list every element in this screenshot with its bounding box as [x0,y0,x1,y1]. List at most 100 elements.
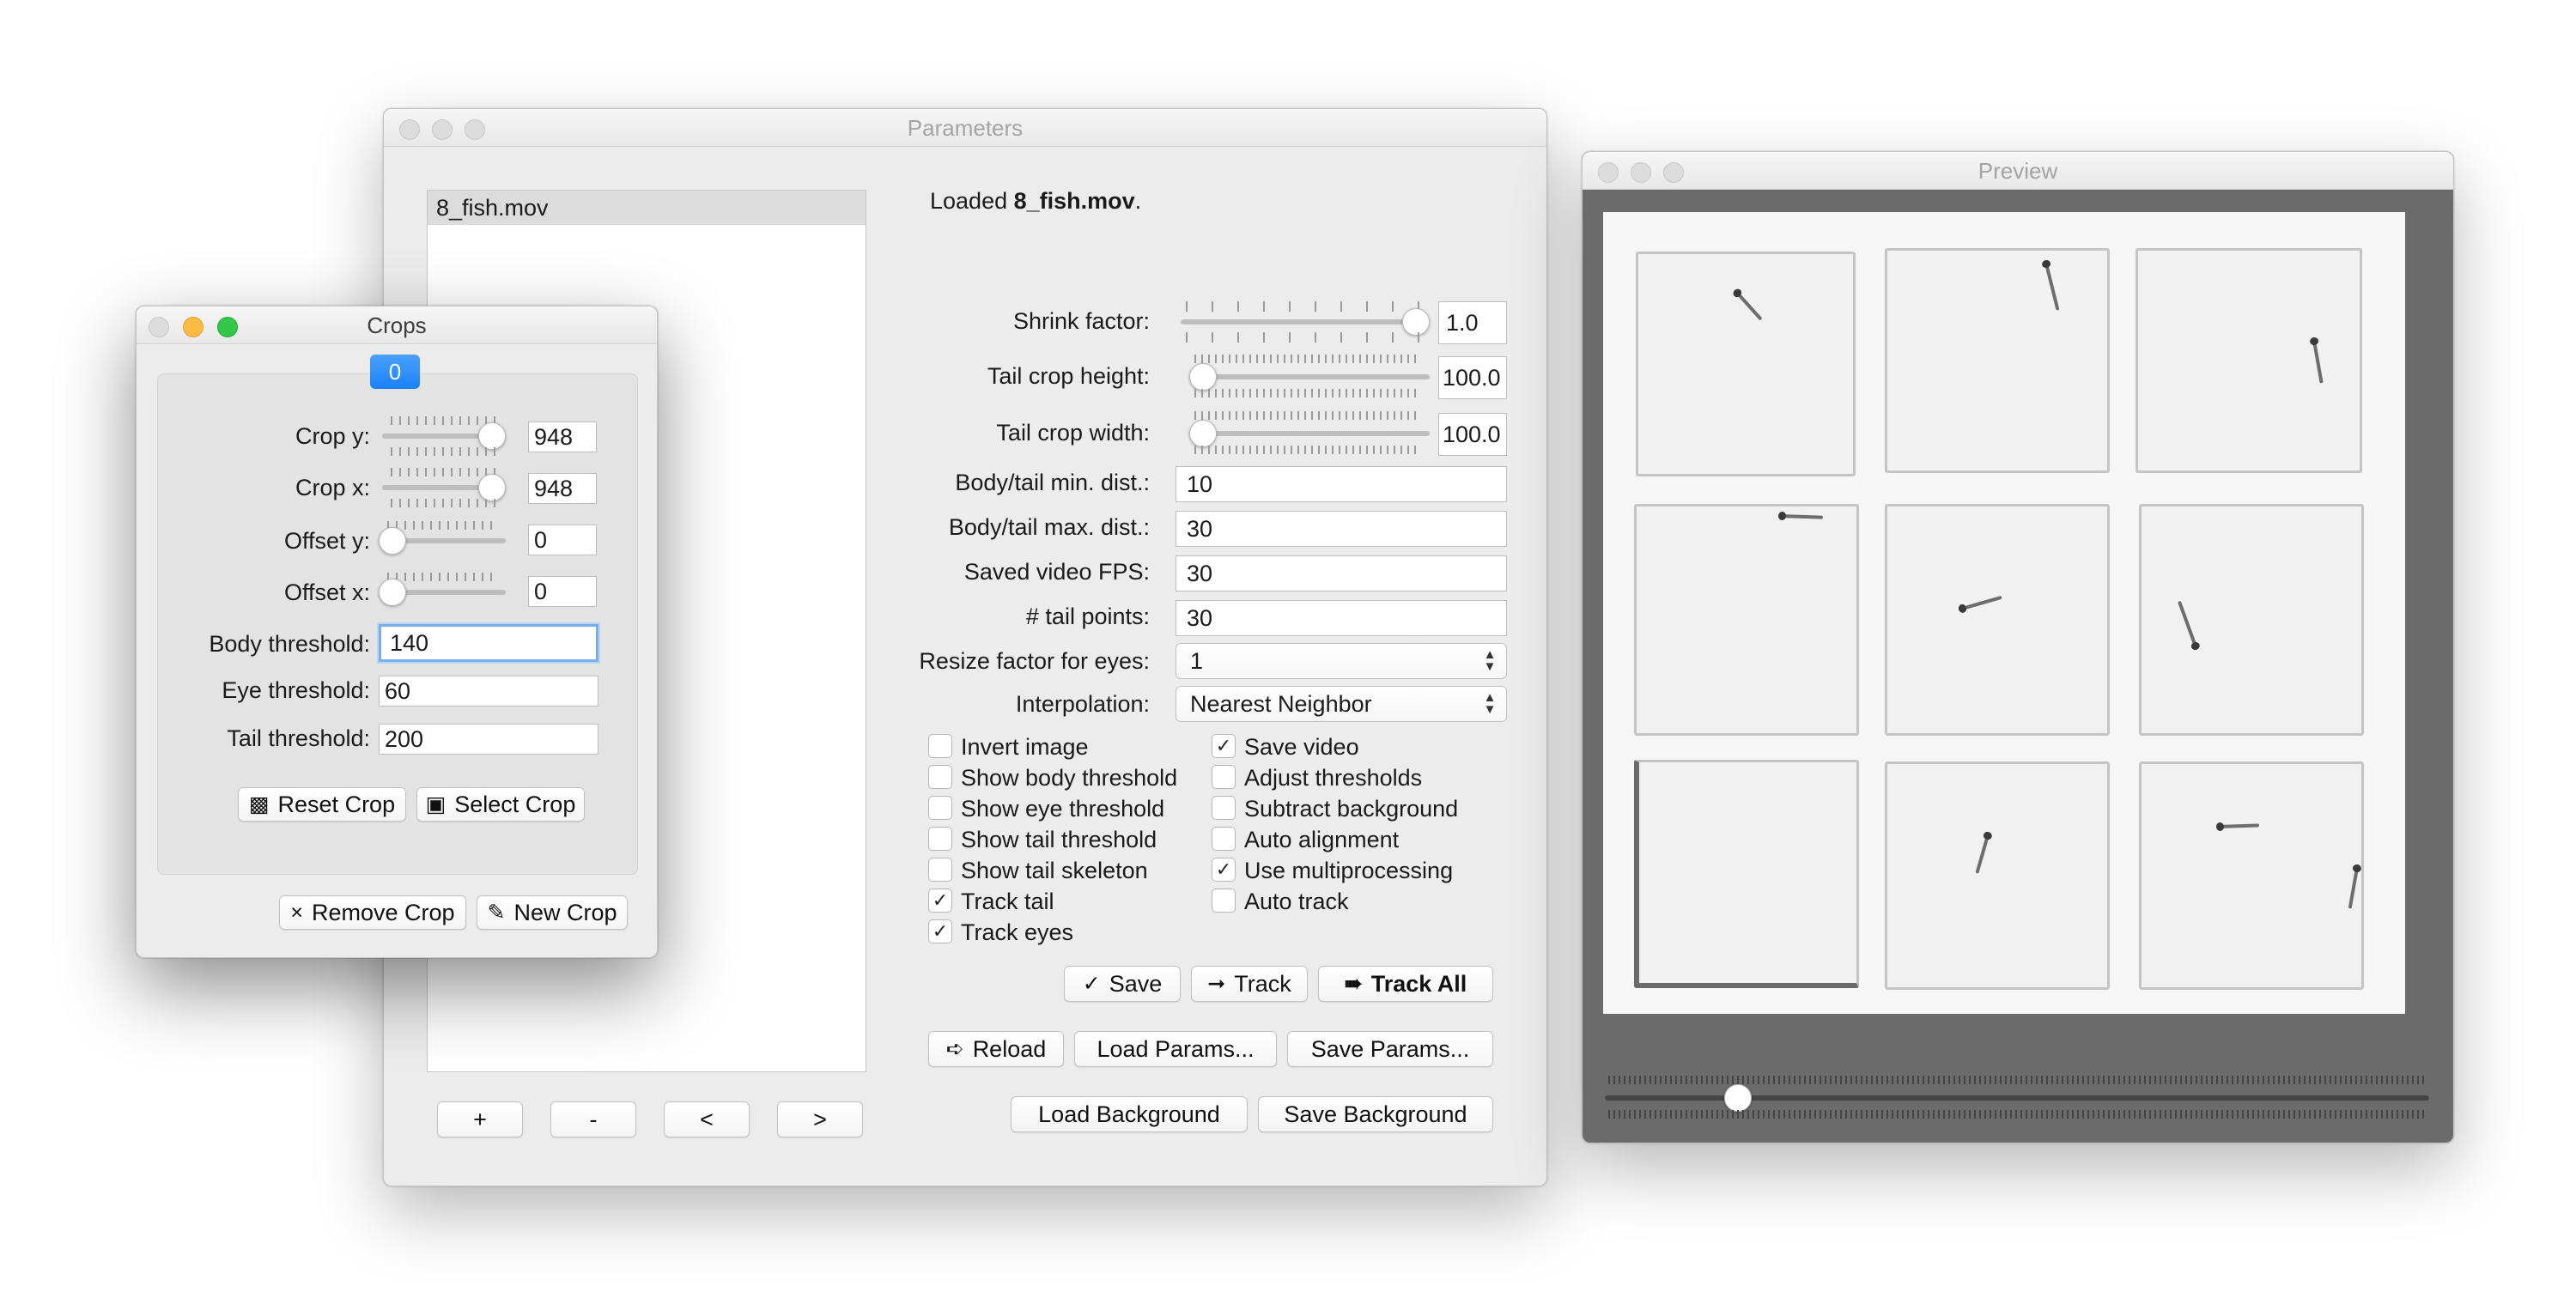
window-title: Crops [367,312,427,338]
close-icon: × [290,900,304,925]
load-background-button[interactable]: Load Background [1011,1096,1248,1132]
window-title: Parameters [907,115,1024,141]
tail-threshold-label: Tail threshold: [227,725,370,751]
double-arrow-right-icon: ➠ [1344,972,1363,996]
resize-factor-select[interactable]: 1 ▲ ▼ [1176,643,1507,679]
subtract-background-checkbox[interactable] [1212,796,1236,820]
slider-track [1189,431,1430,436]
slider-knob[interactable] [1724,1084,1753,1112]
offset-y-field[interactable]: 0 [528,525,597,555]
preview-image[interactable] [1603,212,2405,1014]
new-crop-label: New Crop [513,899,617,925]
show-body-threshold-label: Show body threshold [961,765,1178,791]
save-background-button[interactable]: Save Background [1258,1096,1493,1132]
remove-crop-button[interactable]: × Remove Crop [279,895,466,930]
track-eyes-label: Track eyes [961,919,1074,945]
crops-titlebar[interactable]: Crops [137,306,657,344]
tail-threshold-field[interactable]: 200 [379,724,598,755]
remove-file-button[interactable]: - [550,1101,636,1137]
track-all-button[interactable]: ➠ Track All [1318,966,1493,1002]
slider-ticks [1194,411,1421,420]
tail-crop-width-field[interactable]: 100.0 [1438,413,1507,456]
body-threshold-field[interactable]: 140 [379,624,598,662]
show-tail-threshold-label: Show tail threshold [961,827,1157,852]
offset-x-field[interactable]: 0 [528,576,597,607]
show-eye-threshold-checkbox[interactable] [928,796,952,820]
new-crop-button[interactable]: ✎ New Crop [477,895,628,930]
interpolation-value: Nearest Neighbor [1190,690,1372,717]
slider-knob[interactable] [1189,363,1218,391]
slider-ticks [1186,332,1423,343]
auto-alignment-checkbox[interactable] [1212,827,1236,851]
shrink-factor-slider[interactable] [1181,301,1430,343]
loaded-status: Loaded 8_fish.mov. [930,188,1141,215]
track-tail-checkbox[interactable]: ✓ [928,889,952,913]
file-list-item[interactable]: 8_fish.mov [428,191,866,225]
auto-track-checkbox[interactable] [1212,889,1236,913]
crop-tab-0[interactable]: 0 [370,355,420,389]
crop-y-field[interactable]: 948 [528,422,597,452]
crop-x-field[interactable]: 948 [528,473,597,504]
slider-ticks [391,499,497,507]
loaded-file-name: 8_fish.mov [1013,188,1135,214]
reload-button[interactable]: ➪ Reload [928,1031,1064,1067]
fish-well [2136,248,2362,473]
save-params-button[interactable]: Save Params... [1287,1031,1493,1067]
offset-x-slider[interactable] [379,573,506,612]
slider-knob[interactable] [478,422,506,450]
body-tail-min-dist-field[interactable]: 10 [1176,466,1507,502]
load-params-button[interactable]: Load Params... [1074,1031,1277,1067]
eye-threshold-field[interactable]: 60 [379,676,598,707]
saved-video-fps-field[interactable]: 30 [1176,555,1507,591]
show-body-threshold-checkbox[interactable] [928,765,952,789]
show-tail-threshold-checkbox[interactable] [928,827,952,851]
slider-knob[interactable] [379,527,406,555]
tail-points-label: # tail points: [1025,604,1150,629]
track-all-button-label: Track All [1370,970,1467,997]
show-tail-skeleton-checkbox[interactable] [928,858,952,882]
slider-knob[interactable] [1189,420,1218,447]
tail-crop-height-field[interactable]: 100.0 [1438,356,1507,399]
auto-track-label: Auto track [1244,889,1349,914]
save-button[interactable]: ✓ Save [1064,966,1181,1002]
tail-points-field[interactable]: 30 [1176,600,1507,636]
crop-y-slider[interactable] [382,416,506,456]
parameters-titlebar[interactable]: Parameters [384,109,1546,147]
adjust-thresholds-label: Adjust thresholds [1244,765,1423,791]
previous-file-button[interactable]: < [664,1101,750,1137]
adjust-thresholds-checkbox[interactable] [1212,765,1236,789]
crop-x-slider[interactable] [382,468,506,507]
slider-ticks [387,573,494,581]
track-button[interactable]: ➞ Track [1191,966,1308,1002]
fish-well [2139,504,2364,736]
tail-crop-width-label: Tail crop width: [996,420,1150,446]
shrink-factor-field[interactable]: 1.0 [1438,301,1507,344]
fish-well [1634,760,1859,988]
add-file-button[interactable]: + [437,1101,523,1137]
next-file-button[interactable]: > [777,1101,863,1137]
slider-ticks [1608,1076,2426,1084]
frame-slider[interactable] [1605,1076,2429,1120]
slider-ticks [391,468,497,476]
body-tail-max-dist-field[interactable]: 30 [1176,511,1507,547]
track-eyes-checkbox[interactable]: ✓ [928,919,952,943]
slider-knob[interactable] [478,474,506,501]
loaded-suffix: . [1134,188,1142,214]
pattern-square-icon: ▩ [248,792,270,816]
selection-square-icon: ▣ [425,792,447,816]
invert-image-checkbox[interactable] [928,734,952,758]
reset-crop-button[interactable]: ▩ Reset Crop [238,787,406,822]
use-multiprocessing-label: Use multiprocessing [1244,858,1454,883]
tail-crop-width-slider[interactable] [1181,411,1430,456]
save-video-checkbox[interactable]: ✓ [1212,734,1236,758]
offset-y-slider[interactable] [379,521,506,561]
slider-ticks [1608,1110,2426,1119]
tail-crop-height-slider[interactable] [1181,355,1430,399]
preview-titlebar[interactable]: Preview [1583,152,2453,190]
slider-track [1181,319,1430,325]
interpolation-select[interactable]: Nearest Neighbor ▲ ▼ [1176,686,1507,722]
slider-ticks [1194,446,1421,454]
slider-knob[interactable] [379,579,406,606]
use-multiprocessing-checkbox[interactable]: ✓ [1212,858,1236,882]
select-crop-button[interactable]: ▣ Select Crop [416,787,585,822]
